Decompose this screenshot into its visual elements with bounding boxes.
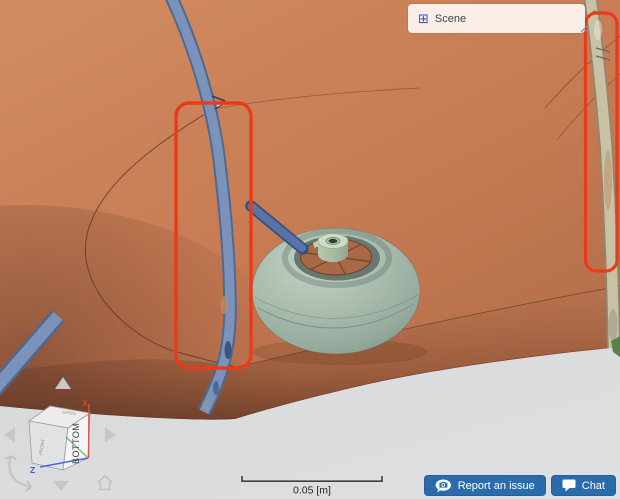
chat-label: Chat xyxy=(581,479,605,492)
chat-bubble-icon xyxy=(562,479,576,492)
scale-bar-line xyxy=(241,476,383,482)
scale-bar: 0.05 [m] xyxy=(241,476,383,497)
scene-panel-title: Scene xyxy=(434,12,467,25)
nav-arrow-left-icon[interactable] xyxy=(4,427,15,443)
scale-bar-label: 0.05 [m] xyxy=(293,485,331,497)
camera-bubble-icon xyxy=(435,479,451,492)
panel-resize-handle-icon[interactable] xyxy=(578,22,590,34)
3d-viewport[interactable]: BOTTOM FRONT RIGHT X Z 0.05 [m] ⊞ Scene … xyxy=(0,0,620,499)
expand-plus-icon[interactable]: ⊞ xyxy=(418,12,429,25)
cube-face-label-bottom[interactable]: BOTTOM xyxy=(71,423,81,464)
model-canvas[interactable]: BOTTOM FRONT RIGHT X Z 0.05 [m] xyxy=(0,0,620,499)
rotate-view-icon[interactable] xyxy=(4,455,32,492)
nav-arrow-right-icon[interactable] xyxy=(105,427,116,443)
axis-x-line xyxy=(87,403,90,459)
footer-button-bar: Report an issue Chat xyxy=(423,475,616,496)
axis-z-label: Z xyxy=(30,465,35,475)
report-issue-button[interactable]: Report an issue xyxy=(423,475,546,496)
axis-x-label: X xyxy=(82,398,88,408)
nav-arrow-down-icon[interactable] xyxy=(53,481,69,491)
home-view-icon[interactable] xyxy=(97,474,113,491)
chat-button[interactable]: Chat xyxy=(550,475,616,496)
scene-panel[interactable]: ⊞ Scene xyxy=(408,4,589,33)
report-issue-label: Report an issue xyxy=(457,479,535,492)
